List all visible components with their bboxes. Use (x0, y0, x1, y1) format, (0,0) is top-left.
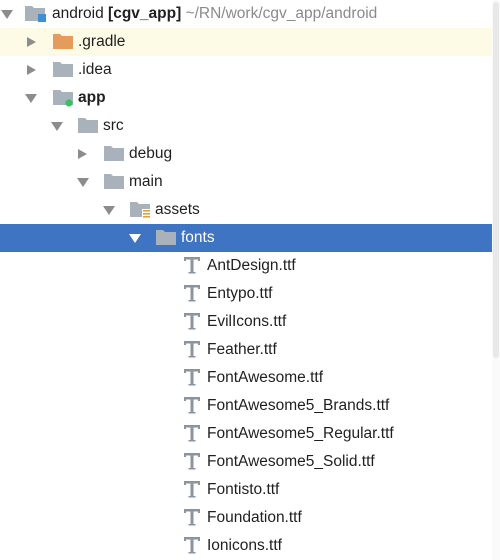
folder-icon (52, 60, 74, 83)
tree-row-file[interactable]: FontAwesome5_Regular.ttf (0, 420, 492, 448)
tree-row-file[interactable]: FontAwesome5_Brands.ttf (0, 392, 492, 420)
folder-icon (103, 144, 125, 167)
tree-row-debug[interactable]: debug (0, 140, 492, 168)
root-path: ~/RN/work/cgv_app/android (185, 5, 378, 22)
module-folder-icon (24, 4, 48, 29)
font-file-icon (183, 312, 201, 335)
folder-icon (52, 32, 74, 55)
tree-row-android[interactable]: android [cgv_app] ~/RN/work/cgv_app/andr… (0, 0, 492, 28)
file-label: AntDesign.ttf (207, 257, 296, 274)
font-file-icon (183, 508, 201, 531)
tree-row-idea[interactable]: .idea (0, 56, 492, 84)
file-label: Entypo.ttf (207, 285, 273, 302)
font-file-icon (183, 284, 201, 307)
tree-row-file[interactable]: Entypo.ttf (0, 280, 492, 308)
chevron-down-icon[interactable] (129, 234, 141, 243)
chevron-down-icon[interactable] (51, 122, 63, 131)
tree-label: .idea (78, 61, 112, 78)
folder-icon (77, 116, 99, 139)
tree-row-file[interactable]: Ionicons.ttf (0, 532, 492, 560)
root-name: android (52, 5, 104, 22)
font-file-icon (183, 536, 201, 559)
tree-row-file[interactable]: EvilIcons.ttf (0, 308, 492, 336)
font-file-icon (183, 256, 201, 279)
tree-row-file[interactable]: FontAwesome5_Solid.ttf (0, 448, 492, 476)
chevron-down-icon[interactable] (1, 10, 13, 19)
file-label: FontAwesome5_Regular.ttf (207, 425, 394, 442)
chevron-right-icon[interactable] (27, 65, 36, 75)
tree-row-file[interactable]: Foundation.ttf (0, 504, 492, 532)
font-file-icon (183, 368, 201, 391)
file-label: Foundation.ttf (207, 509, 302, 526)
chevron-down-icon[interactable] (25, 94, 37, 103)
tree-label: fonts (181, 229, 215, 246)
font-file-icon (183, 340, 201, 363)
tree-row-file[interactable]: AntDesign.ttf (0, 252, 492, 280)
project-tree: android [cgv_app] ~/RN/work/cgv_app/andr… (0, 0, 492, 560)
tree-row-fonts[interactable]: fonts (0, 224, 492, 252)
chevron-right-icon[interactable] (27, 37, 36, 47)
tree-label: assets (155, 201, 200, 218)
tree-row-main[interactable]: main (0, 168, 492, 196)
font-file-icon (183, 480, 201, 503)
tree-row-file[interactable]: FontAwesome.ttf (0, 364, 492, 392)
font-file-icon (183, 396, 201, 419)
font-file-icon (183, 452, 201, 475)
tree-row-assets[interactable]: assets (0, 196, 492, 224)
file-label: Ionicons.ttf (207, 537, 282, 554)
file-label: FontAwesome5_Brands.ttf (207, 397, 390, 414)
file-label: FontAwesome.ttf (207, 369, 324, 386)
folder-icon (155, 228, 177, 251)
tree-label: debug (129, 145, 173, 162)
file-label: FontAwesome5_Solid.ttf (207, 453, 375, 470)
tree-row-file[interactable]: Feather.ttf (0, 336, 492, 364)
tree-label: app (78, 89, 106, 106)
file-label: Fontisto.ttf (207, 481, 280, 498)
tree-row-file[interactable]: Fontisto.ttf (0, 476, 492, 504)
chevron-down-icon[interactable] (103, 206, 115, 215)
tree-label: src (103, 117, 124, 134)
font-file-icon (183, 424, 201, 447)
file-label: Feather.ttf (207, 341, 277, 358)
tree-row-gradle[interactable]: .gradle (0, 28, 492, 56)
file-label: EvilIcons.ttf (207, 313, 287, 330)
module-name: [cgv_app] (108, 5, 182, 22)
folder-icon (103, 172, 125, 195)
root-label: android [cgv_app] ~/RN/work/cgv_app/andr… (52, 5, 377, 23)
resources-folder-icon (129, 200, 153, 225)
scrollbar-thumb[interactable] (493, 2, 499, 358)
module-folder-icon (52, 88, 76, 113)
vertical-scrollbar[interactable] (492, 0, 500, 560)
tree-label: main (129, 173, 163, 190)
chevron-right-icon[interactable] (78, 149, 87, 159)
tree-row-src[interactable]: src (0, 112, 492, 140)
chevron-down-icon[interactable] (77, 178, 89, 187)
tree-row-app[interactable]: app (0, 84, 492, 112)
tree-label: .gradle (78, 33, 126, 50)
